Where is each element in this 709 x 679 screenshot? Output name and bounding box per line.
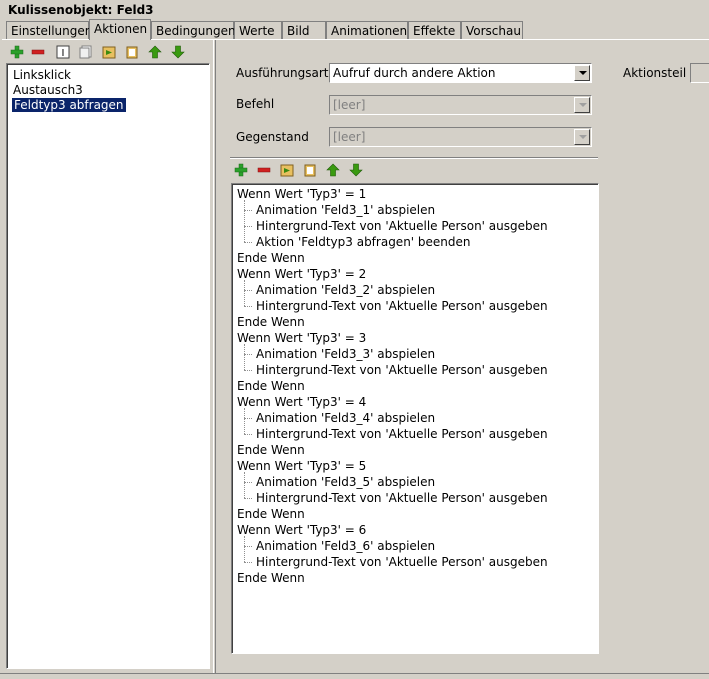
action-part-field[interactable]: [690, 63, 709, 83]
execution-value: Aufruf durch andere Aktion: [333, 66, 496, 80]
tree-connector: [244, 210, 252, 211]
step-item[interactable]: Animation 'Feld3_1' abspielen: [256, 202, 435, 218]
copy-icon[interactable]: [79, 45, 93, 59]
move-down-icon[interactable]: [171, 45, 185, 59]
step-item[interactable]: Hintergrund-Text von 'Aktuelle Person' a…: [256, 554, 548, 570]
tab-bedingungen[interactable]: Bedingungen: [151, 21, 236, 39]
step-item[interactable]: Animation 'Feld3_5' abspielen: [256, 474, 435, 490]
tab-bild[interactable]: Bild: [282, 21, 326, 39]
step-block[interactable]: Wenn Wert 'Typ3' = 4: [237, 394, 366, 410]
plus-icon[interactable]: [10, 45, 24, 59]
command-value: [leer]: [333, 98, 366, 112]
tree-connector: [244, 482, 252, 483]
step-block[interactable]: Wenn Wert 'Typ3' = 6: [237, 522, 366, 538]
list-item[interactable]: Linksklick: [13, 68, 71, 82]
splitter[interactable]: [213, 40, 216, 673]
step-item[interactable]: Hintergrund-Text von 'Aktuelle Person' a…: [256, 426, 548, 442]
step-item[interactable]: Aktion 'Feldtyp3 abfragen' beenden: [256, 234, 471, 250]
step-item[interactable]: Animation 'Feld3_2' abspielen: [256, 282, 435, 298]
step-item[interactable]: Hintergrund-Text von 'Aktuelle Person' a…: [256, 298, 548, 314]
paste-icon[interactable]: [102, 45, 116, 59]
step-block[interactable]: Wenn Wert 'Typ3' = 2: [237, 266, 366, 282]
tab-werte[interactable]: Werte: [234, 21, 282, 39]
object-label: Gegenstand: [236, 130, 309, 144]
list-item-selected[interactable]: Feldtyp3 abfragen: [12, 98, 126, 112]
tab-effekte[interactable]: Effekte: [408, 21, 461, 39]
tree-connector: [244, 408, 245, 434]
plus-icon[interactable]: [234, 163, 248, 177]
minus-icon[interactable]: [257, 163, 271, 177]
clipboard-icon[interactable]: [303, 163, 317, 177]
step-item[interactable]: Hintergrund-Text von 'Aktuelle Person' a…: [256, 362, 548, 378]
chevron-down-icon[interactable]: [574, 129, 590, 145]
step-item[interactable]: Hintergrund-Text von 'Aktuelle Person' a…: [256, 490, 548, 506]
step-block[interactable]: Ende Wenn: [237, 570, 305, 586]
window-title: Kulissenobjekt: Feld3: [8, 3, 154, 17]
execution-select[interactable]: Aufruf durch andere Aktion: [329, 63, 592, 83]
tree-connector: [244, 242, 252, 243]
execution-label: Ausführungsart: [236, 66, 329, 80]
step-block[interactable]: Wenn Wert 'Typ3' = 1: [237, 186, 366, 202]
chevron-down-icon[interactable]: [574, 97, 590, 113]
step-block[interactable]: Wenn Wert 'Typ3' = 5: [237, 458, 366, 474]
tree-connector: [244, 344, 245, 370]
clipboard-icon[interactable]: [125, 45, 139, 59]
rename-icon[interactable]: I: [56, 45, 70, 59]
separator: [230, 157, 598, 159]
command-label: Befehl: [236, 97, 275, 111]
action-list[interactable]: Linksklick Austausch3 Feldtyp3 abfragen: [6, 63, 210, 669]
move-up-icon[interactable]: [326, 163, 340, 177]
object-select[interactable]: [leer]: [329, 127, 592, 147]
tab-vorschau[interactable]: Vorschau: [461, 21, 523, 39]
tree-connector: [244, 290, 252, 291]
tree-connector: [244, 226, 252, 227]
tree-connector: [244, 546, 252, 547]
step-block[interactable]: Ende Wenn: [237, 506, 305, 522]
tree-connector: [244, 472, 245, 498]
move-down-icon[interactable]: [349, 163, 363, 177]
tree-connector: [244, 280, 245, 306]
tree-connector: [244, 434, 252, 435]
step-block[interactable]: Ende Wenn: [237, 442, 305, 458]
step-block[interactable]: Ende Wenn: [237, 314, 305, 330]
tree-connector: [244, 306, 252, 307]
step-item[interactable]: Animation 'Feld3_3' abspielen: [256, 346, 435, 362]
tree-connector: [244, 498, 252, 499]
chevron-down-icon[interactable]: [574, 65, 590, 81]
step-item[interactable]: Animation 'Feld3_6' abspielen: [256, 538, 435, 554]
step-item[interactable]: Animation 'Feld3_4' abspielen: [256, 410, 435, 426]
step-block[interactable]: Wenn Wert 'Typ3' = 3: [237, 330, 366, 346]
tab-einstellungen[interactable]: Einstellungen: [6, 21, 92, 39]
svg-text:I: I: [62, 48, 65, 59]
action-part-label: Aktionsteil: [623, 66, 687, 80]
step-block[interactable]: Ende Wenn: [237, 378, 305, 394]
minus-icon[interactable]: [31, 45, 45, 59]
object-value: [leer]: [333, 130, 366, 144]
step-item[interactable]: Hintergrund-Text von 'Aktuelle Person' a…: [256, 218, 548, 234]
tab-animationen[interactable]: Animationen: [326, 21, 408, 39]
action-steps-tree[interactable]: Wenn Wert 'Typ3' = 1 Animation 'Feld3_1' …: [231, 183, 599, 654]
command-select[interactable]: [leer]: [329, 95, 592, 115]
tree-connector: [244, 418, 252, 419]
tree-connector: [244, 370, 252, 371]
tab-aktionen[interactable]: Aktionen: [89, 19, 151, 40]
list-item[interactable]: Austausch3: [13, 83, 83, 97]
tree-connector: [244, 200, 245, 242]
tree-connector: [244, 562, 252, 563]
tree-connector: [244, 536, 245, 562]
move-up-icon[interactable]: [148, 45, 162, 59]
tree-connector: [244, 354, 252, 355]
step-block[interactable]: Ende Wenn: [237, 250, 305, 266]
status-bar: [0, 673, 709, 679]
paste-icon[interactable]: [280, 163, 294, 177]
